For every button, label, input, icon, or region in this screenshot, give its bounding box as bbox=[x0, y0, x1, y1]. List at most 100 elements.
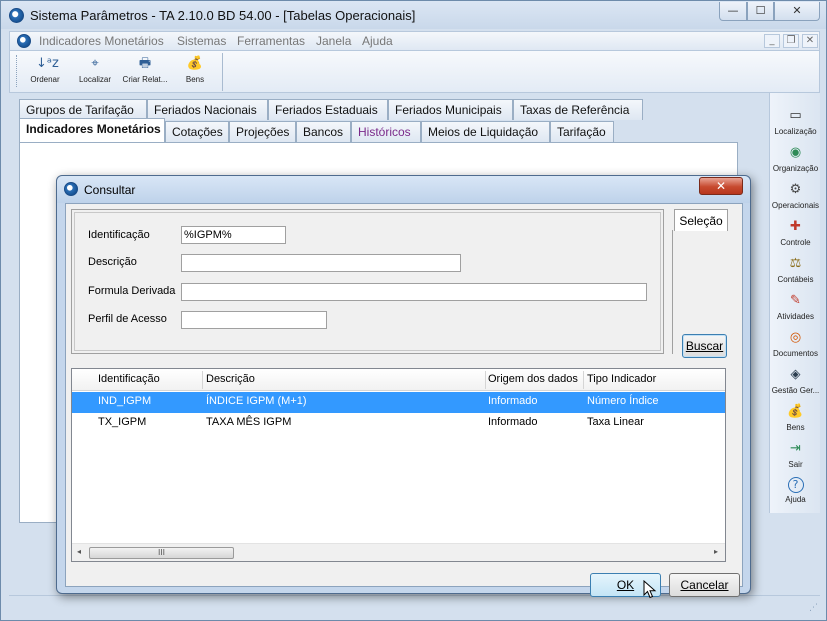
operations-icon: ⚙ bbox=[789, 182, 802, 197]
nav-ajuda-label: Ajuda bbox=[785, 495, 806, 504]
tab-indicadores-monetarios[interactable]: Indicadores Monetários bbox=[19, 118, 165, 142]
descricao-input[interactable] bbox=[181, 254, 461, 272]
tab-tarifacao[interactable]: Tarifação bbox=[550, 121, 614, 142]
tab-historicos[interactable]: Históricos bbox=[351, 121, 421, 142]
tab-feriados-municipais[interactable]: Feriados Municipais bbox=[388, 99, 513, 120]
search-criteria-inner: Identificação Descrição Formula Derivada… bbox=[74, 212, 661, 351]
nav-documentos[interactable]: ◎ Documentos bbox=[770, 329, 821, 358]
descricao-label: Descrição bbox=[88, 256, 137, 268]
menu-ajuda[interactable]: Ajuda bbox=[362, 34, 393, 48]
scroll-left-icon[interactable]: ◂ bbox=[77, 547, 81, 556]
column-identificacao[interactable]: Identificação bbox=[98, 373, 160, 385]
mdi-child-icon[interactable] bbox=[17, 34, 31, 48]
nav-gestao-geral[interactable]: ◈ Gestão Ger... bbox=[770, 366, 821, 395]
column-origem-dos-dados[interactable]: Origem dos dados bbox=[488, 373, 578, 385]
cell-origem: Informado bbox=[488, 395, 538, 407]
nav-controle-label: Controle bbox=[780, 238, 811, 247]
activities-icon: ✎ bbox=[790, 293, 801, 308]
nav-atividades[interactable]: ✎ Atividades bbox=[770, 292, 821, 321]
right-nav-panel: ▭ Localização ◉ Organização ⚙ Operaciona… bbox=[769, 93, 820, 513]
tab-projecoes[interactable]: Projeções bbox=[229, 121, 296, 142]
formula-derivada-input[interactable] bbox=[181, 283, 647, 301]
grid-header: Identificação Descrição Origem dos dados… bbox=[72, 369, 725, 391]
minimize-button[interactable]: — bbox=[719, 2, 747, 21]
cancel-button[interactable]: Cancelar bbox=[669, 573, 740, 597]
column-divider[interactable] bbox=[583, 371, 584, 389]
ok-label: OK bbox=[616, 578, 635, 592]
scroll-thumb[interactable]: III bbox=[89, 547, 234, 559]
table-row[interactable]: IND_IGPM ÍNDICE IGPM (M+1) Informado Núm… bbox=[72, 392, 725, 413]
help-icon: ? bbox=[787, 477, 804, 493]
nav-operacionais-label: Operacionais bbox=[771, 201, 820, 210]
close-button[interactable]: ✕ bbox=[774, 2, 820, 21]
nav-sair[interactable]: ⇥ Sair bbox=[770, 440, 821, 469]
find-icon: ⌖ bbox=[91, 56, 99, 71]
ordenar-label: Ordenar bbox=[30, 75, 60, 84]
cell-descricao: TAXA MÊS IGPM bbox=[206, 416, 292, 428]
menu-sistemas[interactable]: Sistemas bbox=[177, 34, 226, 48]
localizar-label: Localizar bbox=[78, 75, 111, 84]
formula-derivada-label: Formula Derivada bbox=[88, 285, 176, 297]
horizontal-scrollbar[interactable]: ◂ III ▸ bbox=[72, 543, 725, 561]
report-icon: 🖶 bbox=[138, 56, 152, 71]
nav-organizacao[interactable]: ◉ Organização bbox=[770, 144, 821, 173]
menu-janela[interactable]: Janela bbox=[316, 34, 351, 48]
mdi-minimize-button[interactable]: _ bbox=[764, 34, 780, 48]
perfil-de-acesso-label: Perfil de Acesso bbox=[88, 313, 167, 325]
tab-cotacoes[interactable]: Cotações bbox=[165, 121, 229, 142]
tab-bancos[interactable]: Bancos bbox=[296, 121, 351, 142]
perfil-de-acesso-input[interactable] bbox=[181, 311, 327, 329]
toolbar-grip[interactable] bbox=[16, 55, 18, 87]
nav-operacionais[interactable]: ⚙ Operacionais bbox=[770, 181, 821, 210]
mdi-close-button[interactable]: ✕ bbox=[802, 34, 818, 48]
dialog-app-icon bbox=[64, 182, 78, 196]
tab-grupos-de-tarifacao[interactable]: Grupos de Tarifação bbox=[19, 99, 147, 120]
ordenar-button[interactable]: ↓ᵃz Ordenar bbox=[21, 55, 69, 89]
dialog-close-button[interactable]: ✕ bbox=[699, 177, 743, 195]
buscar-button[interactable]: Buscar bbox=[682, 334, 727, 358]
identificacao-input[interactable] bbox=[181, 226, 286, 244]
tab-feriados-estaduais[interactable]: Feriados Estaduais bbox=[268, 99, 388, 120]
nav-gestao-geral-label: Gestão Ger... bbox=[771, 386, 820, 395]
window-title: Sistema Parâmetros - TA 2.10.0 BD 54.00 … bbox=[30, 8, 416, 23]
maximize-button[interactable]: ☐ bbox=[747, 2, 774, 21]
dialog-title-bar: Consultar ✕ bbox=[57, 176, 750, 203]
tab-feriados-nacionais[interactable]: Feriados Nacionais bbox=[147, 99, 268, 120]
tab-meios-de-liquidacao[interactable]: Meios de Liquidação bbox=[421, 121, 550, 142]
exit-icon: ⇥ bbox=[790, 441, 801, 456]
main-window: Sistema Parâmetros - TA 2.10.0 BD 54.00 … bbox=[0, 0, 827, 621]
consultar-dialog: Consultar ✕ Identificação Descrição Form… bbox=[56, 175, 751, 599]
menu-indicadores-monetarios[interactable]: Indicadores Monetários bbox=[39, 34, 164, 48]
management-icon: ◈ bbox=[790, 367, 801, 382]
nav-ajuda[interactable]: ? Ajuda bbox=[770, 477, 821, 504]
criar-relatorio-label: Criar Relat... bbox=[122, 75, 168, 84]
organization-icon: ◉ bbox=[789, 145, 802, 160]
dialog-body: Identificação Descrição Formula Derivada… bbox=[65, 203, 743, 599]
nav-documentos-label: Documentos bbox=[773, 349, 818, 358]
search-criteria-panel: Identificação Descrição Formula Derivada… bbox=[71, 209, 664, 354]
column-descricao[interactable]: Descrição bbox=[206, 373, 255, 385]
scroll-right-icon[interactable]: ▸ bbox=[714, 547, 718, 556]
column-divider[interactable] bbox=[202, 371, 203, 389]
nav-contabeis[interactable]: ⚖ Contábeis bbox=[770, 255, 821, 284]
resize-grip-icon[interactable]: ⋰ bbox=[809, 603, 818, 613]
column-divider[interactable] bbox=[485, 371, 486, 389]
menu-ferramentas[interactable]: Ferramentas bbox=[237, 34, 305, 48]
bens-toolbar-button[interactable]: 💰 Bens bbox=[171, 55, 219, 89]
toolbar: ↓ᵃz Ordenar ⌖ Localizar 🖶 Criar Relat...… bbox=[9, 51, 820, 93]
nav-localizacao[interactable]: ▭ Localização bbox=[770, 107, 821, 136]
nav-controle[interactable]: ✚ Controle bbox=[770, 218, 821, 247]
criar-relatorio-button[interactable]: 🖶 Criar Relat... bbox=[121, 55, 169, 89]
control-icon: ✚ bbox=[790, 219, 801, 234]
mdi-restore-button[interactable]: ❐ bbox=[783, 34, 799, 48]
tab-selecao[interactable]: Seleção bbox=[674, 209, 728, 231]
nav-bens[interactable]: 💰 Bens bbox=[770, 403, 821, 432]
cell-origem: Informado bbox=[488, 416, 538, 428]
column-tipo-indicador[interactable]: Tipo Indicador bbox=[587, 373, 656, 385]
table-row[interactable]: TX_IGPM TAXA MÊS IGPM Informado Taxa Lin… bbox=[72, 413, 725, 434]
tab-taxas-de-referencia[interactable]: Taxas de Referência bbox=[513, 99, 643, 120]
localizar-button[interactable]: ⌖ Localizar bbox=[71, 55, 119, 89]
documents-icon: ◎ bbox=[789, 330, 802, 345]
cell-tipo: Taxa Linear bbox=[587, 416, 644, 428]
sort-az-icon: ↓ᵃz bbox=[36, 56, 59, 71]
